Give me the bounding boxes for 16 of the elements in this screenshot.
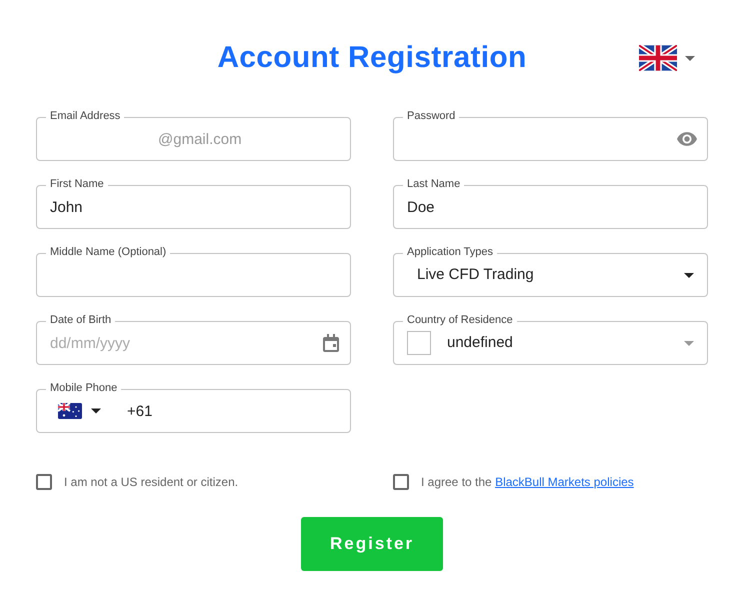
caret-icon[interactable]: [684, 272, 694, 278]
field-label: Middle Name (Optional): [46, 245, 170, 259]
eye-icon[interactable]: [677, 132, 697, 146]
caret-icon[interactable]: [91, 408, 101, 414]
checkbox[interactable]: [393, 474, 409, 490]
policies-link[interactable]: BlackBull Markets policies: [495, 475, 634, 489]
calendar-icon[interactable]: [323, 334, 339, 352]
checkbox-label: I am not a US resident or citizen.: [64, 474, 238, 491]
flag-icon[interactable]: [639, 45, 677, 71]
page-title: Account Registration: [217, 40, 527, 76]
flag-icon[interactable]: [58, 402, 82, 420]
field-label: Country of Residence: [403, 313, 517, 327]
checkbox-label: I agree to the BlackBull Markets policies: [421, 474, 634, 491]
checkbox[interactable]: [36, 474, 52, 490]
flag-placeholder-icon: [407, 331, 431, 355]
field-label: Application Types: [403, 245, 498, 259]
